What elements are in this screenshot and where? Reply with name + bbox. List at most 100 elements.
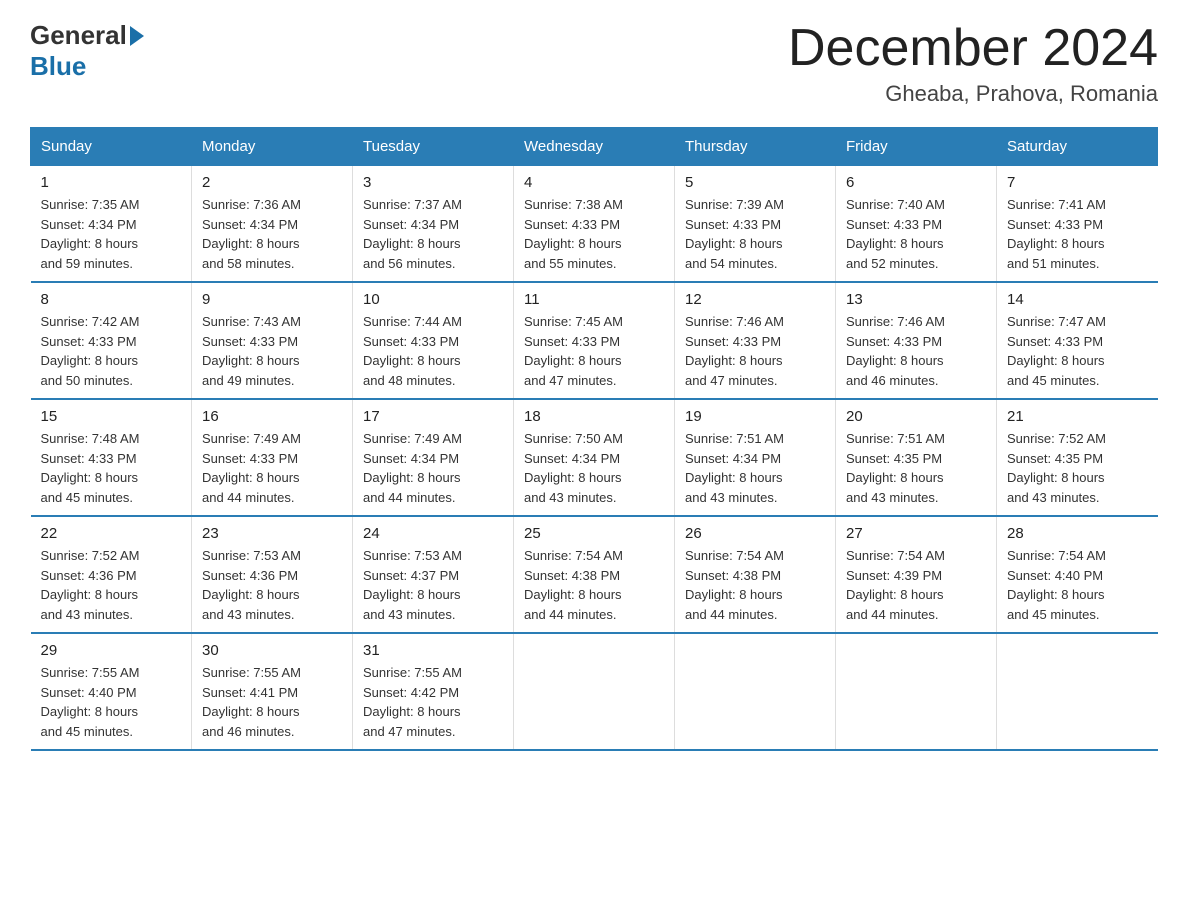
logo-arrow-icon: [130, 26, 144, 46]
day-cell: [675, 633, 836, 750]
day-cell: [836, 633, 997, 750]
logo-general-text: General: [30, 20, 127, 51]
day-info: Sunrise: 7:46 AM Sunset: 4:33 PM Dayligh…: [846, 312, 986, 390]
day-number: 7: [1007, 174, 1148, 191]
day-cell: 17 Sunrise: 7:49 AM Sunset: 4:34 PM Dayl…: [353, 399, 514, 516]
day-cell: 6 Sunrise: 7:40 AM Sunset: 4:33 PM Dayli…: [836, 166, 997, 283]
day-number: 3: [363, 174, 503, 191]
day-info: Sunrise: 7:44 AM Sunset: 4:33 PM Dayligh…: [363, 312, 503, 390]
header-monday: Monday: [192, 128, 353, 166]
day-number: 25: [524, 525, 664, 542]
week-row-3: 15 Sunrise: 7:48 AM Sunset: 4:33 PM Dayl…: [31, 399, 1158, 516]
day-number: 26: [685, 525, 825, 542]
day-cell: 7 Sunrise: 7:41 AM Sunset: 4:33 PM Dayli…: [997, 166, 1158, 283]
day-number: 6: [846, 174, 986, 191]
calendar-header: SundayMondayTuesdayWednesdayThursdayFrid…: [31, 128, 1158, 166]
day-info: Sunrise: 7:36 AM Sunset: 4:34 PM Dayligh…: [202, 195, 342, 273]
day-info: Sunrise: 7:39 AM Sunset: 4:33 PM Dayligh…: [685, 195, 825, 273]
day-cell: 31 Sunrise: 7:55 AM Sunset: 4:42 PM Dayl…: [353, 633, 514, 750]
day-number: 29: [41, 642, 182, 659]
day-info: Sunrise: 7:51 AM Sunset: 4:34 PM Dayligh…: [685, 429, 825, 507]
day-number: 12: [685, 291, 825, 308]
day-number: 18: [524, 408, 664, 425]
day-number: 5: [685, 174, 825, 191]
day-number: 14: [1007, 291, 1148, 308]
day-cell: 29 Sunrise: 7:55 AM Sunset: 4:40 PM Dayl…: [31, 633, 192, 750]
day-number: 13: [846, 291, 986, 308]
day-cell: 20 Sunrise: 7:51 AM Sunset: 4:35 PM Dayl…: [836, 399, 997, 516]
day-cell: 3 Sunrise: 7:37 AM Sunset: 4:34 PM Dayli…: [353, 166, 514, 283]
day-cell: 13 Sunrise: 7:46 AM Sunset: 4:33 PM Dayl…: [836, 282, 997, 399]
day-info: Sunrise: 7:43 AM Sunset: 4:33 PM Dayligh…: [202, 312, 342, 390]
day-cell: 25 Sunrise: 7:54 AM Sunset: 4:38 PM Dayl…: [514, 516, 675, 633]
day-number: 20: [846, 408, 986, 425]
day-number: 8: [41, 291, 182, 308]
day-cell: 19 Sunrise: 7:51 AM Sunset: 4:34 PM Dayl…: [675, 399, 836, 516]
logo: General Blue: [30, 20, 147, 82]
day-info: Sunrise: 7:45 AM Sunset: 4:33 PM Dayligh…: [524, 312, 664, 390]
day-number: 17: [363, 408, 503, 425]
day-number: 10: [363, 291, 503, 308]
header-tuesday: Tuesday: [353, 128, 514, 166]
day-number: 30: [202, 642, 342, 659]
day-cell: 5 Sunrise: 7:39 AM Sunset: 4:33 PM Dayli…: [675, 166, 836, 283]
day-info: Sunrise: 7:52 AM Sunset: 4:36 PM Dayligh…: [41, 546, 182, 624]
week-row-2: 8 Sunrise: 7:42 AM Sunset: 4:33 PM Dayli…: [31, 282, 1158, 399]
day-info: Sunrise: 7:50 AM Sunset: 4:34 PM Dayligh…: [524, 429, 664, 507]
header-wednesday: Wednesday: [514, 128, 675, 166]
day-cell: 2 Sunrise: 7:36 AM Sunset: 4:34 PM Dayli…: [192, 166, 353, 283]
logo-blue-text: Blue: [30, 51, 86, 81]
day-number: 24: [363, 525, 503, 542]
day-cell: 11 Sunrise: 7:45 AM Sunset: 4:33 PM Dayl…: [514, 282, 675, 399]
day-info: Sunrise: 7:54 AM Sunset: 4:39 PM Dayligh…: [846, 546, 986, 624]
day-cell: 15 Sunrise: 7:48 AM Sunset: 4:33 PM Dayl…: [31, 399, 192, 516]
day-number: 31: [363, 642, 503, 659]
title-section: December 2024 Gheaba, Prahova, Romania: [788, 20, 1158, 107]
day-info: Sunrise: 7:42 AM Sunset: 4:33 PM Dayligh…: [41, 312, 182, 390]
header-sunday: Sunday: [31, 128, 192, 166]
calendar-body: 1 Sunrise: 7:35 AM Sunset: 4:34 PM Dayli…: [31, 166, 1158, 751]
day-cell: [514, 633, 675, 750]
day-info: Sunrise: 7:49 AM Sunset: 4:34 PM Dayligh…: [363, 429, 503, 507]
day-info: Sunrise: 7:47 AM Sunset: 4:33 PM Dayligh…: [1007, 312, 1148, 390]
location-title: Gheaba, Prahova, Romania: [788, 81, 1158, 107]
day-cell: 9 Sunrise: 7:43 AM Sunset: 4:33 PM Dayli…: [192, 282, 353, 399]
week-row-4: 22 Sunrise: 7:52 AM Sunset: 4:36 PM Dayl…: [31, 516, 1158, 633]
day-info: Sunrise: 7:46 AM Sunset: 4:33 PM Dayligh…: [685, 312, 825, 390]
day-info: Sunrise: 7:40 AM Sunset: 4:33 PM Dayligh…: [846, 195, 986, 273]
day-info: Sunrise: 7:54 AM Sunset: 4:40 PM Dayligh…: [1007, 546, 1148, 624]
day-number: 21: [1007, 408, 1148, 425]
day-cell: 12 Sunrise: 7:46 AM Sunset: 4:33 PM Dayl…: [675, 282, 836, 399]
day-cell: 10 Sunrise: 7:44 AM Sunset: 4:33 PM Dayl…: [353, 282, 514, 399]
day-number: 2: [202, 174, 342, 191]
day-info: Sunrise: 7:53 AM Sunset: 4:37 PM Dayligh…: [363, 546, 503, 624]
day-cell: 22 Sunrise: 7:52 AM Sunset: 4:36 PM Dayl…: [31, 516, 192, 633]
day-info: Sunrise: 7:53 AM Sunset: 4:36 PM Dayligh…: [202, 546, 342, 624]
day-cell: 18 Sunrise: 7:50 AM Sunset: 4:34 PM Dayl…: [514, 399, 675, 516]
day-info: Sunrise: 7:38 AM Sunset: 4:33 PM Dayligh…: [524, 195, 664, 273]
week-row-1: 1 Sunrise: 7:35 AM Sunset: 4:34 PM Dayli…: [31, 166, 1158, 283]
day-info: Sunrise: 7:54 AM Sunset: 4:38 PM Dayligh…: [685, 546, 825, 624]
day-cell: 14 Sunrise: 7:47 AM Sunset: 4:33 PM Dayl…: [997, 282, 1158, 399]
day-info: Sunrise: 7:55 AM Sunset: 4:42 PM Dayligh…: [363, 663, 503, 741]
day-cell: 24 Sunrise: 7:53 AM Sunset: 4:37 PM Dayl…: [353, 516, 514, 633]
day-number: 4: [524, 174, 664, 191]
day-number: 23: [202, 525, 342, 542]
day-cell: 4 Sunrise: 7:38 AM Sunset: 4:33 PM Dayli…: [514, 166, 675, 283]
day-number: 27: [846, 525, 986, 542]
day-number: 19: [685, 408, 825, 425]
day-cell: [997, 633, 1158, 750]
day-cell: 27 Sunrise: 7:54 AM Sunset: 4:39 PM Dayl…: [836, 516, 997, 633]
day-info: Sunrise: 7:35 AM Sunset: 4:34 PM Dayligh…: [41, 195, 182, 273]
header-thursday: Thursday: [675, 128, 836, 166]
day-cell: 8 Sunrise: 7:42 AM Sunset: 4:33 PM Dayli…: [31, 282, 192, 399]
day-cell: 16 Sunrise: 7:49 AM Sunset: 4:33 PM Dayl…: [192, 399, 353, 516]
day-cell: 21 Sunrise: 7:52 AM Sunset: 4:35 PM Dayl…: [997, 399, 1158, 516]
day-cell: 1 Sunrise: 7:35 AM Sunset: 4:34 PM Dayli…: [31, 166, 192, 283]
day-number: 9: [202, 291, 342, 308]
header-row: SundayMondayTuesdayWednesdayThursdayFrid…: [31, 128, 1158, 166]
month-title: December 2024: [788, 20, 1158, 77]
day-number: 15: [41, 408, 182, 425]
day-cell: 23 Sunrise: 7:53 AM Sunset: 4:36 PM Dayl…: [192, 516, 353, 633]
day-info: Sunrise: 7:55 AM Sunset: 4:40 PM Dayligh…: [41, 663, 182, 741]
